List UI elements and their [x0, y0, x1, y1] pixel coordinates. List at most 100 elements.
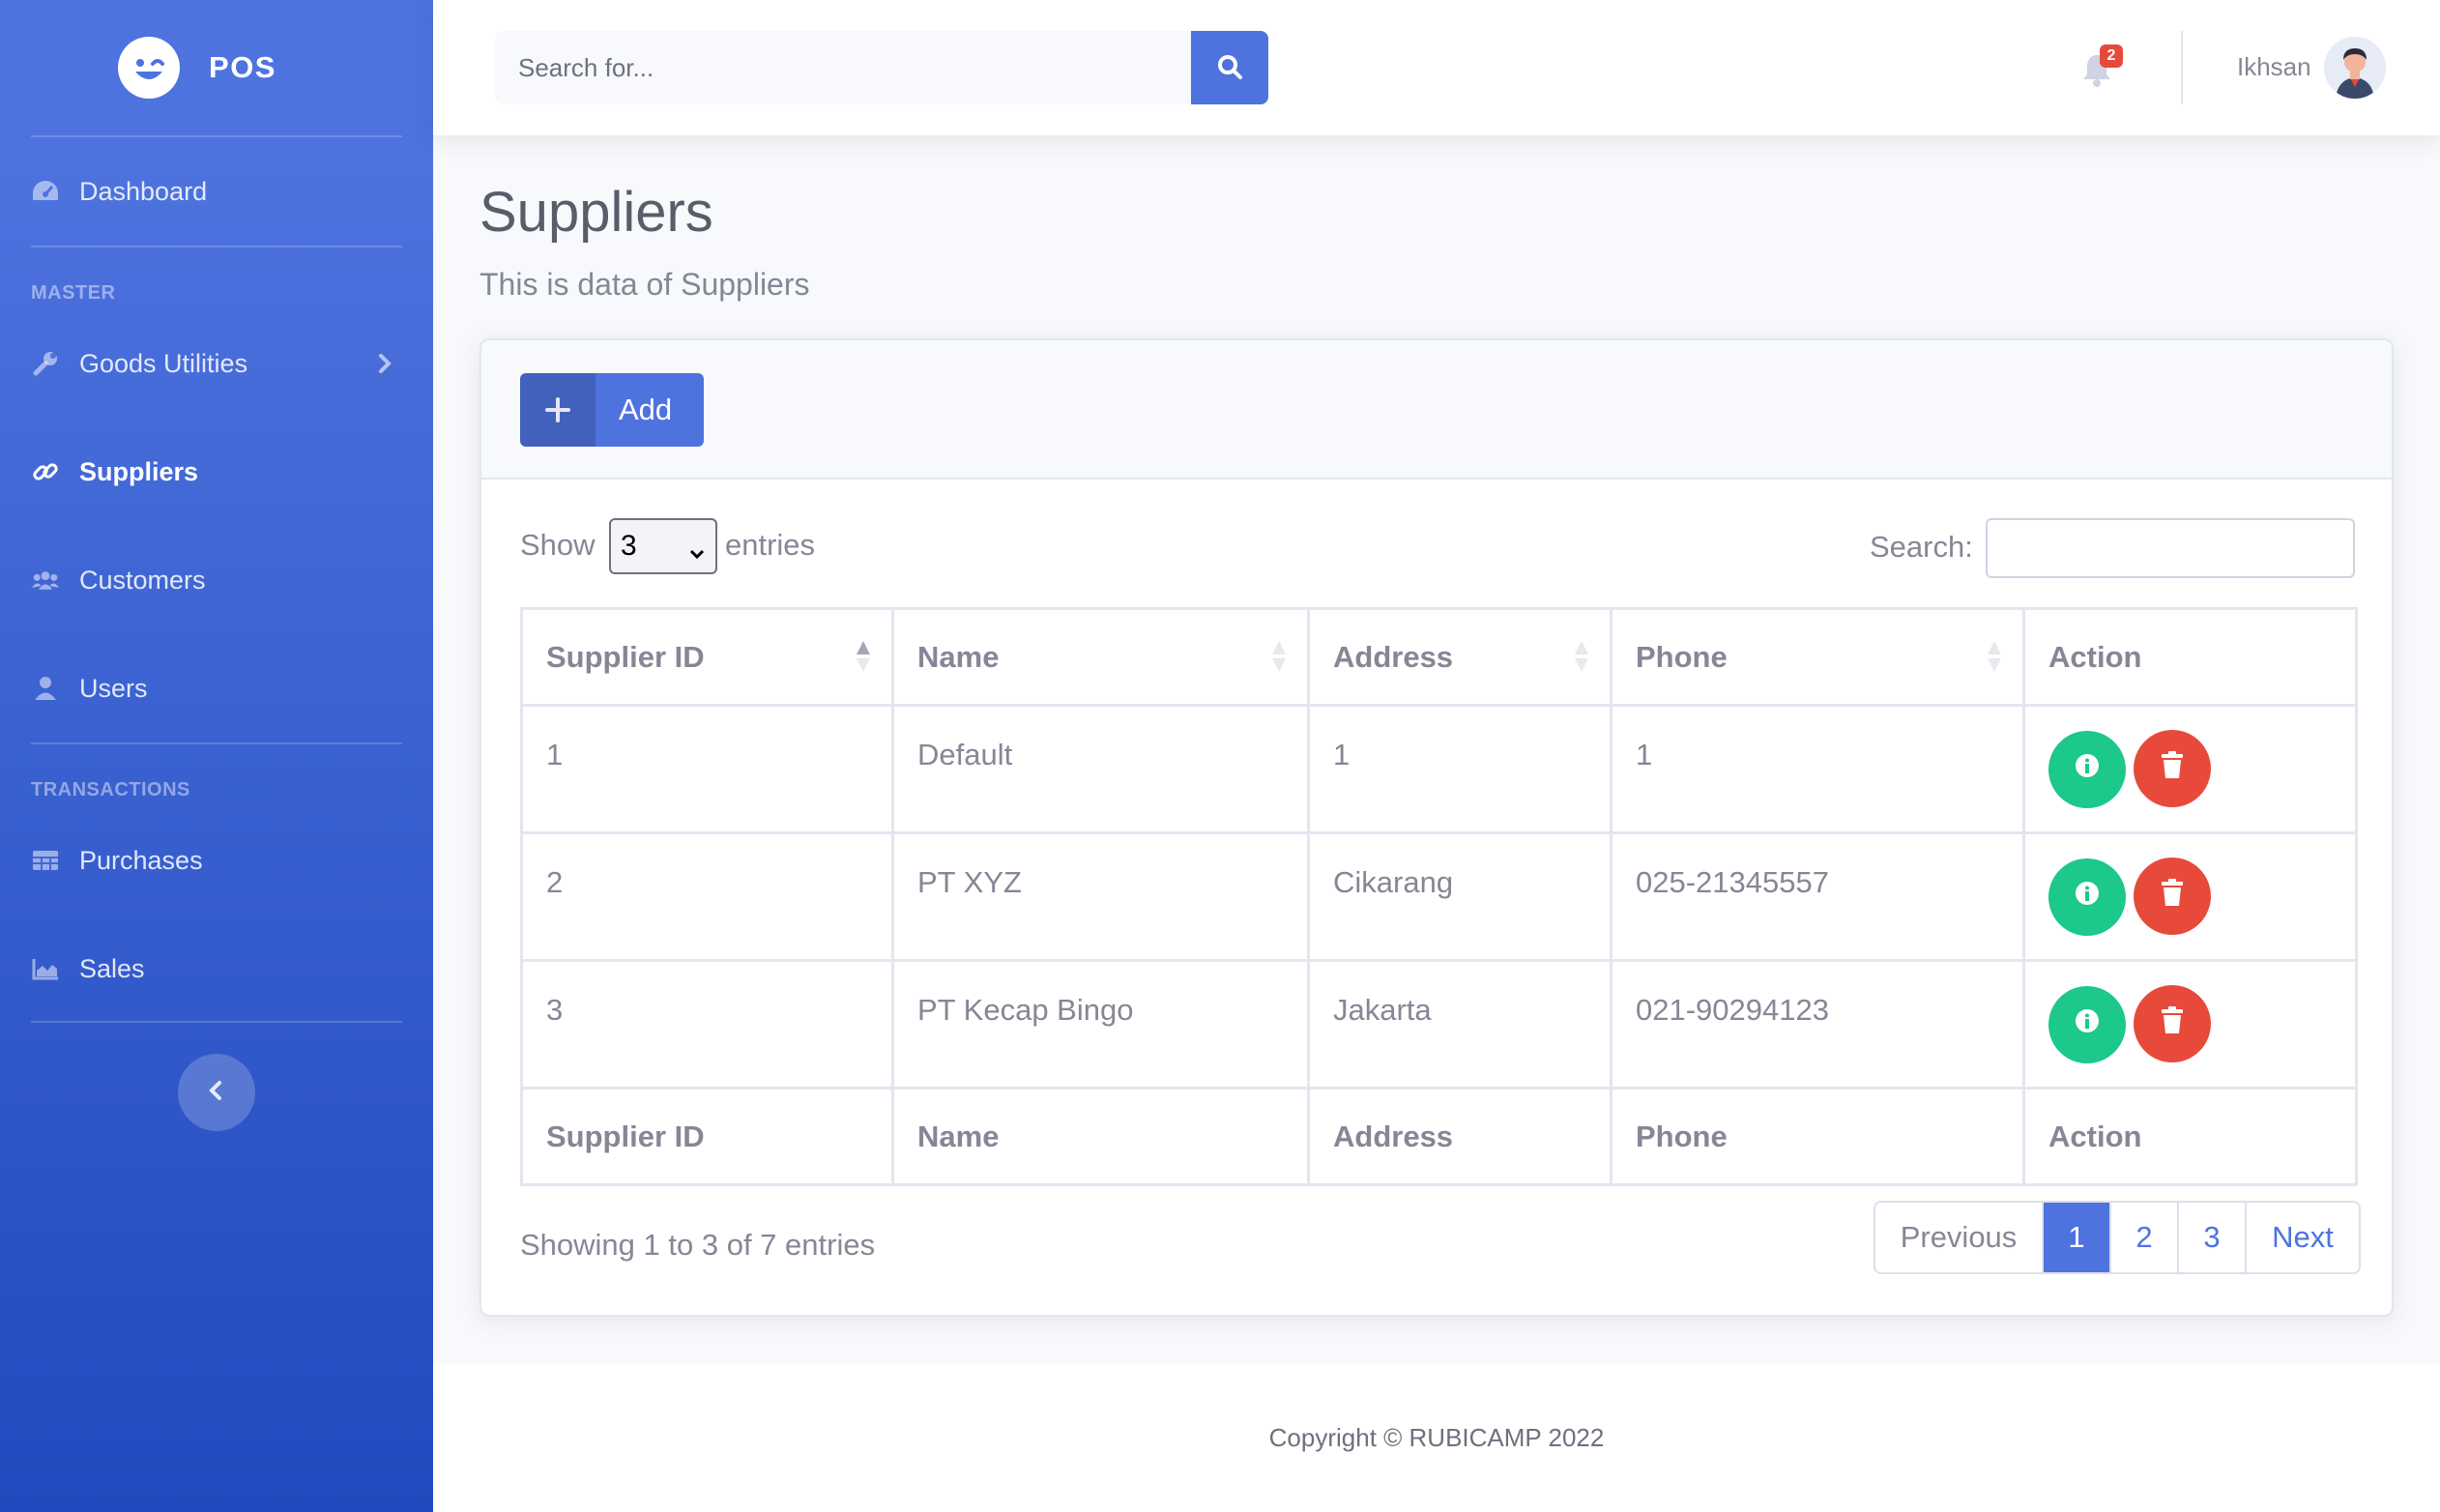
cell-action: [2022, 704, 2358, 834]
sidebar-toggle-button[interactable]: [178, 1054, 255, 1131]
sidebar-item-customers[interactable]: Customers: [0, 551, 433, 609]
sidebar-item-label: Users: [79, 673, 148, 703]
table-icon: [31, 846, 60, 875]
search-icon: [1215, 52, 1244, 84]
pagination-page-3[interactable]: 3: [2177, 1203, 2245, 1272]
cell-name: Default: [891, 704, 1310, 834]
sidebar-item-label: Purchases: [79, 845, 203, 875]
footer-header-address: Address: [1307, 1087, 1612, 1186]
topbar-divider: [2181, 31, 2183, 104]
add-supplier-button[interactable]: Add: [520, 373, 704, 447]
column-header-action: Action: [2022, 607, 2358, 707]
search-input[interactable]: [495, 31, 1191, 104]
detail-button[interactable]: [2048, 986, 2126, 1063]
plus-icon: [520, 373, 595, 447]
pagination-previous[interactable]: Previous: [1875, 1203, 2042, 1272]
sidebar-item-goods-utilities[interactable]: Goods Utilities: [0, 334, 433, 393]
cell-supplier-id: 3: [520, 959, 894, 1090]
sidebar-item-label: Suppliers: [79, 456, 199, 486]
pagination-next[interactable]: Next: [2245, 1203, 2359, 1272]
sidebar-item-dashboard[interactable]: Dashboard: [0, 162, 433, 220]
column-header-label: Address: [1333, 639, 1454, 674]
brand-name: POS: [209, 50, 276, 84]
cell-supplier-id: 2: [520, 831, 894, 962]
page-title: Suppliers: [479, 181, 713, 244]
entries-length-value: 3: [621, 530, 637, 562]
info-icon: [2074, 752, 2101, 787]
table-header-row: Supplier ID Name Address Phone Action: [520, 607, 2358, 707]
sidebar-divider: [31, 135, 402, 137]
notification-button[interactable]: 2: [2080, 44, 2123, 91]
column-header-label: Action: [2048, 639, 2142, 674]
table-row: 3 PT Kecap Bingo Jakarta 021-90294123: [520, 959, 2358, 1090]
avatar[interactable]: [2324, 37, 2386, 99]
cell-name: PT Kecap Bingo: [891, 959, 1310, 1090]
sidebar-divider: [31, 1021, 402, 1023]
cell-address: Jakarta: [1307, 959, 1612, 1090]
sidebar: POS Dashboard MASTER Goods Utilities Sup…: [0, 0, 433, 1512]
column-header-supplier-id[interactable]: Supplier ID: [520, 607, 894, 707]
user-icon: [31, 674, 60, 703]
delete-button[interactable]: [2134, 858, 2211, 935]
footer-header-supplier-id: Supplier ID: [520, 1087, 894, 1186]
column-header-name[interactable]: Name: [891, 607, 1310, 707]
sidebar-item-label: Sales: [79, 953, 145, 983]
user-name[interactable]: Ikhsan: [2237, 52, 2311, 82]
pagination-page-2[interactable]: 2: [2109, 1203, 2177, 1272]
info-icon: [2074, 1007, 2101, 1042]
cell-supplier-id: 1: [520, 704, 894, 834]
trash-icon: [2160, 878, 2185, 915]
entries-length-select[interactable]: 3: [609, 518, 717, 574]
sidebar-item-purchases[interactable]: Purchases: [0, 831, 433, 889]
sidebar-divider: [31, 246, 402, 247]
cell-phone: 021-90294123: [1610, 959, 2025, 1090]
table-footer-row: Supplier ID Name Address Phone Action: [520, 1087, 2358, 1186]
cell-address: 1: [1307, 704, 1612, 834]
topbar: 2 Ikhsan: [433, 0, 2440, 135]
column-header-address[interactable]: Address: [1307, 607, 1612, 707]
sort-icon: [1986, 639, 2003, 682]
brand[interactable]: POS: [0, 0, 433, 135]
sidebar-item-suppliers[interactable]: Suppliers: [0, 443, 433, 501]
footer: Copyright © RUBICAMP 2022: [433, 1363, 2440, 1512]
table-info: Showing 1 to 3 of 7 entries: [520, 1228, 876, 1262]
sidebar-heading-transactions: TRANSACTIONS: [31, 779, 190, 800]
detail-button[interactable]: [2048, 731, 2126, 808]
card-header: Add: [481, 340, 2392, 480]
table-search-input[interactable]: [1986, 518, 2355, 578]
page-subtitle: This is data of Suppliers: [479, 267, 810, 302]
footer-header-phone: Phone: [1610, 1087, 2025, 1186]
laugh-wink-icon: [118, 37, 181, 99]
add-button-label: Add: [619, 393, 673, 426]
topbar-search: [495, 31, 1268, 104]
suppliers-card: Add Show 3 entries Search: Supplier ID N…: [479, 338, 2394, 1317]
sort-icon: [1573, 639, 1590, 682]
sidebar-item-users[interactable]: Users: [0, 659, 433, 717]
cell-address: Cikarang: [1307, 831, 1612, 962]
entries-label: entries: [725, 528, 816, 562]
trash-icon: [2160, 1005, 2185, 1042]
column-header-label: Phone: [1636, 639, 1728, 674]
sidebar-divider: [31, 742, 402, 744]
sort-icon: [1270, 639, 1288, 682]
table-row: 1 Default 1 1: [520, 704, 2358, 834]
sidebar-item-sales[interactable]: Sales: [0, 940, 433, 998]
suppliers-table: Supplier ID Name Address Phone Action 1 …: [520, 607, 2358, 1186]
delete-button[interactable]: [2134, 730, 2211, 807]
detail-button[interactable]: [2048, 858, 2126, 936]
chevron-right-icon: [377, 350, 394, 382]
chevron-down-icon: [688, 538, 706, 570]
wrench-icon: [31, 349, 60, 378]
search-button[interactable]: [1191, 31, 1268, 104]
sort-asc-icon: [855, 639, 872, 682]
sidebar-item-label: Dashboard: [79, 176, 208, 206]
cell-action: [2022, 959, 2358, 1090]
table-search-label: Search:: [1870, 530, 1973, 564]
cell-name: PT XYZ: [891, 831, 1310, 962]
sidebar-heading-master: MASTER: [31, 282, 116, 304]
pagination-page-1[interactable]: 1: [2042, 1203, 2109, 1272]
column-header-phone[interactable]: Phone: [1610, 607, 2025, 707]
footer-header-name: Name: [891, 1087, 1310, 1186]
table-row: 2 PT XYZ Cikarang 025-21345557: [520, 831, 2358, 962]
delete-button[interactable]: [2134, 985, 2211, 1062]
